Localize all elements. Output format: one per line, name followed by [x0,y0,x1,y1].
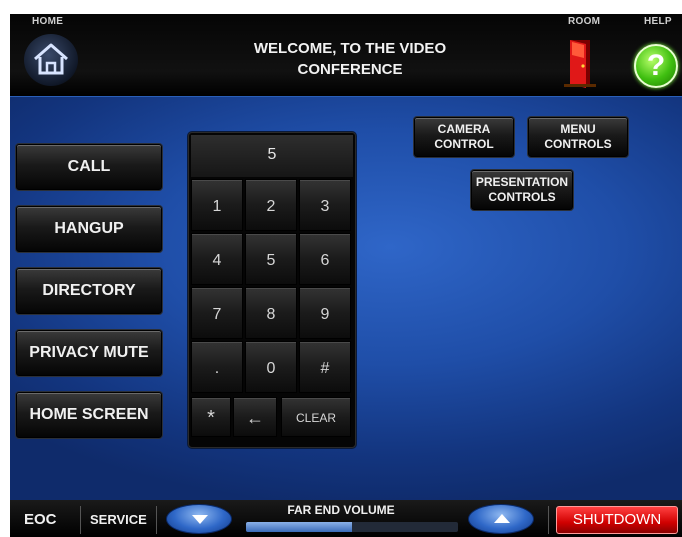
chevron-up-icon [494,514,510,523]
title-line-2: CONFERENCE [297,61,403,78]
main-area: CALL HANGUP DIRECTORY PRIVACY MUTE HOME … [10,96,682,500]
menu-controls-label-1: MENU [560,122,596,136]
divider [548,506,549,534]
home-icon [34,43,68,75]
divider [156,506,157,534]
header-bar: HOME ROOM HELP WELCOME, TO THE VIDEO CON… [10,14,682,96]
camera-control-button[interactable]: CAMERA CONTROL [414,117,514,157]
menu-controls-label-2: CONTROLS [544,137,612,151]
page-title: WELCOME, TO THE VIDEO CONFERENCE [220,38,480,80]
menu-controls-button[interactable]: MENU CONTROLS [528,117,628,157]
key-9[interactable]: 9 [299,287,351,339]
presentation-controls-label-1: PRESENTATION [475,175,569,189]
key-star[interactable]: * [191,397,231,437]
privacy-mute-button[interactable]: PRIVACY MUTE [16,330,162,376]
eoc-button[interactable]: EOC [24,511,57,528]
volume-down-button[interactable] [166,504,232,534]
key-8[interactable]: 8 [245,287,297,339]
shutdown-button[interactable]: SHUTDOWN [556,506,678,534]
help-button[interactable]: ? [634,44,678,88]
key-7[interactable]: 7 [191,287,243,339]
far-end-volume-fill [246,522,352,532]
camera-control-label-2: CONTROL [434,137,494,151]
title-line-1: WELCOME, TO THE VIDEO [253,40,447,57]
touch-panel: HOME ROOM HELP WELCOME, TO THE VIDEO CON… [10,14,682,537]
call-button[interactable]: CALL [16,144,162,190]
directory-button[interactable]: DIRECTORY [16,268,162,314]
key-6[interactable]: 6 [299,233,351,285]
door-exit-icon [564,40,596,88]
key-4[interactable]: 4 [191,233,243,285]
room-button[interactable] [558,34,602,90]
help-label: HELP [644,16,672,27]
divider [80,506,81,534]
home-button[interactable] [24,34,78,86]
presentation-controls-label-2: CONTROLS [488,190,556,204]
dial-keypad: 5 1 2 3 4 5 6 7 8 9 . 0 # * ← CLEAR [188,132,356,448]
volume-up-button[interactable] [468,504,534,534]
key-0[interactable]: 0 [245,341,297,393]
camera-control-label-1: CAMERA [437,122,491,136]
hangup-button[interactable]: HANGUP [16,206,162,252]
chevron-down-icon [192,515,208,524]
key-2[interactable]: 2 [245,179,297,231]
far-end-volume-bar [246,522,458,532]
room-label: ROOM [568,16,601,27]
service-button[interactable]: SERVICE [90,512,147,527]
backspace-button[interactable]: ← [233,397,277,437]
key-hash[interactable]: # [299,341,351,393]
far-end-volume-label: FAR END VOLUME [287,503,395,517]
dial-display: 5 [191,135,353,177]
home-screen-button[interactable]: HOME SCREEN [16,392,162,438]
key-1[interactable]: 1 [191,179,243,231]
clear-button[interactable]: CLEAR [281,397,351,437]
key-5[interactable]: 5 [245,233,297,285]
key-dot[interactable]: . [191,341,243,393]
key-3[interactable]: 3 [299,179,351,231]
presentation-controls-button[interactable]: PRESENTATION CONTROLS [471,170,573,210]
home-label: HOME [32,16,64,27]
footer-bar: EOC SERVICE FAR END VOLUME SHUTDOWN [10,500,682,537]
